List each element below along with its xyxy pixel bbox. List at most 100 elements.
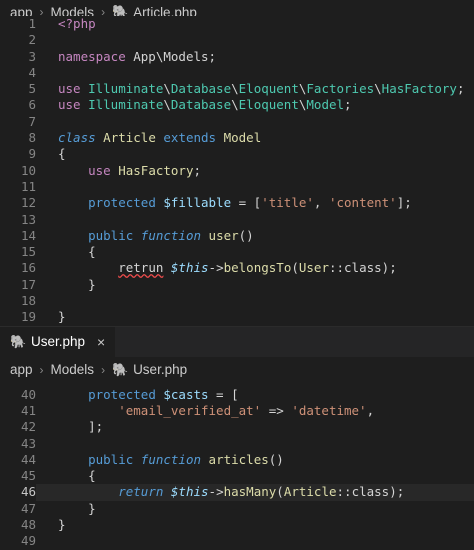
code-line[interactable]: 6 use Illuminate\Database\Eloquent\Model;	[0, 97, 474, 113]
code-line[interactable]: 42 ];	[0, 419, 474, 435]
line-number: 14	[20, 227, 36, 243]
code-token: Article	[103, 130, 156, 146]
code-text: retrun $this->belongsTo(User::class);	[36, 260, 474, 276]
code-line[interactable]: 15 {	[0, 244, 474, 260]
code-token: \	[374, 81, 382, 97]
code-token: retrun	[118, 260, 164, 276]
code-token: public	[88, 451, 134, 467]
code-line[interactable]: 44 public function articles()	[0, 452, 474, 468]
code-line[interactable]: 45 {	[0, 468, 474, 484]
code-text: public function articles()	[36, 452, 474, 468]
code-text: 'email_verified_at' => 'datetime',	[36, 403, 474, 419]
line-number: 47	[20, 500, 36, 516]
line-number: 12	[20, 195, 36, 211]
code-line[interactable]: 16 retrun $this->belongsTo(User::class);	[0, 260, 474, 276]
code-line[interactable]: 10 use HasFactory;	[0, 163, 474, 179]
code-token: 'email_verified_at'	[118, 402, 262, 418]
code-line[interactable]: 11	[0, 179, 474, 195]
line-number: 10	[20, 162, 36, 178]
code-text: use Illuminate\Database\Eloquent\Model;	[36, 97, 474, 113]
code-token: class	[58, 130, 96, 146]
line-number: 45	[20, 468, 36, 484]
code-token: \	[163, 81, 171, 97]
code-token: public	[88, 227, 134, 243]
code-token: hasMany	[223, 484, 277, 500]
code-line[interactable]: 7	[0, 114, 474, 130]
code-line[interactable]: 3 namespace App\Models;	[0, 49, 474, 65]
code-token: (	[276, 484, 284, 500]
code-token: ->	[208, 260, 224, 276]
code-line[interactable]: 4	[0, 65, 474, 81]
code-line[interactable]: 18	[0, 293, 474, 309]
breadcrumb-file[interactable]: User.php	[133, 362, 187, 377]
code-token: ];	[58, 419, 104, 435]
code-token: Eloquent	[238, 97, 299, 113]
code-line[interactable]: 47 }	[0, 501, 474, 517]
code-token: Illuminate	[88, 97, 164, 113]
code-line[interactable]: 8 class Article extends Model	[0, 130, 474, 146]
code-text: }	[36, 309, 474, 325]
code-token: ()	[238, 227, 254, 243]
code-line[interactable]: 14 public function user()	[0, 228, 474, 244]
code-text: }	[36, 501, 474, 517]
line-number: 17	[20, 276, 36, 292]
line-number: 42	[20, 419, 36, 435]
code-text: }	[36, 277, 474, 293]
line-number: 1	[28, 16, 36, 31]
line-number: 11	[20, 178, 36, 194]
code-token: ;	[456, 81, 465, 97]
code-text: use Illuminate\Database\Eloquent\Factori…	[36, 81, 474, 97]
code-line[interactable]: 12 protected $fillable = ['title', 'cont…	[0, 195, 474, 211]
code-line[interactable]: 40 protected $casts = [	[0, 387, 474, 403]
code-line[interactable]: 46 return $this->hasMany(Article::class)…	[0, 484, 474, 501]
code-line[interactable]: 2	[0, 32, 474, 48]
code-token: =>	[261, 402, 292, 418]
code-token: 'content'	[328, 195, 397, 211]
close-icon[interactable]: ×	[97, 334, 105, 350]
code-token: ;	[193, 162, 202, 178]
tab-user-php[interactable]: 🐘 User.php ×	[0, 326, 116, 357]
code-token: App\Models;	[125, 48, 217, 64]
code-line[interactable]: 13	[0, 212, 474, 228]
line-number: 44	[20, 451, 36, 467]
code-line[interactable]: 43	[0, 436, 474, 452]
code-line[interactable]: 49	[0, 533, 474, 549]
line-number: 43	[20, 435, 36, 451]
code-token: user	[208, 227, 239, 243]
code-line[interactable]: 41 'email_verified_at' => 'datetime',	[0, 403, 474, 419]
line-number: 40	[20, 386, 36, 402]
editor-article[interactable]: 1 <?php 2 3 namespace App\Models; 4 5 use Illum…	[0, 16, 474, 326]
code-token: ,	[313, 195, 329, 211]
breadcrumb-models[interactable]: Models	[51, 362, 95, 377]
code-line[interactable]: 9{	[0, 146, 474, 162]
line-number: 18	[20, 293, 36, 309]
code-text: ];	[36, 419, 474, 435]
code-token: HasFactory	[118, 162, 194, 178]
line-number: 15	[20, 244, 36, 260]
code-line[interactable]: 5 use Illuminate\Database\Eloquent\Factor…	[0, 81, 474, 97]
code-line[interactable]: 19}	[0, 309, 474, 325]
editor-user[interactable]: 40 protected $casts = [41 'email_verifie…	[0, 386, 474, 550]
code-text: {	[36, 244, 474, 260]
line-number: 49	[20, 533, 36, 549]
code-token: function	[140, 451, 202, 467]
code-token: extends	[163, 130, 217, 146]
code-token: Article	[283, 484, 337, 500]
php-file-icon: 🐘	[10, 333, 27, 349]
code-line[interactable]: 1 <?php	[0, 16, 474, 32]
line-number: 46	[20, 484, 36, 500]
line-number: 16	[20, 260, 36, 276]
code-line[interactable]: 17 }	[0, 277, 474, 293]
code-token: $fillable	[163, 195, 232, 211]
breadcrumb-app[interactable]: app	[10, 362, 33, 377]
